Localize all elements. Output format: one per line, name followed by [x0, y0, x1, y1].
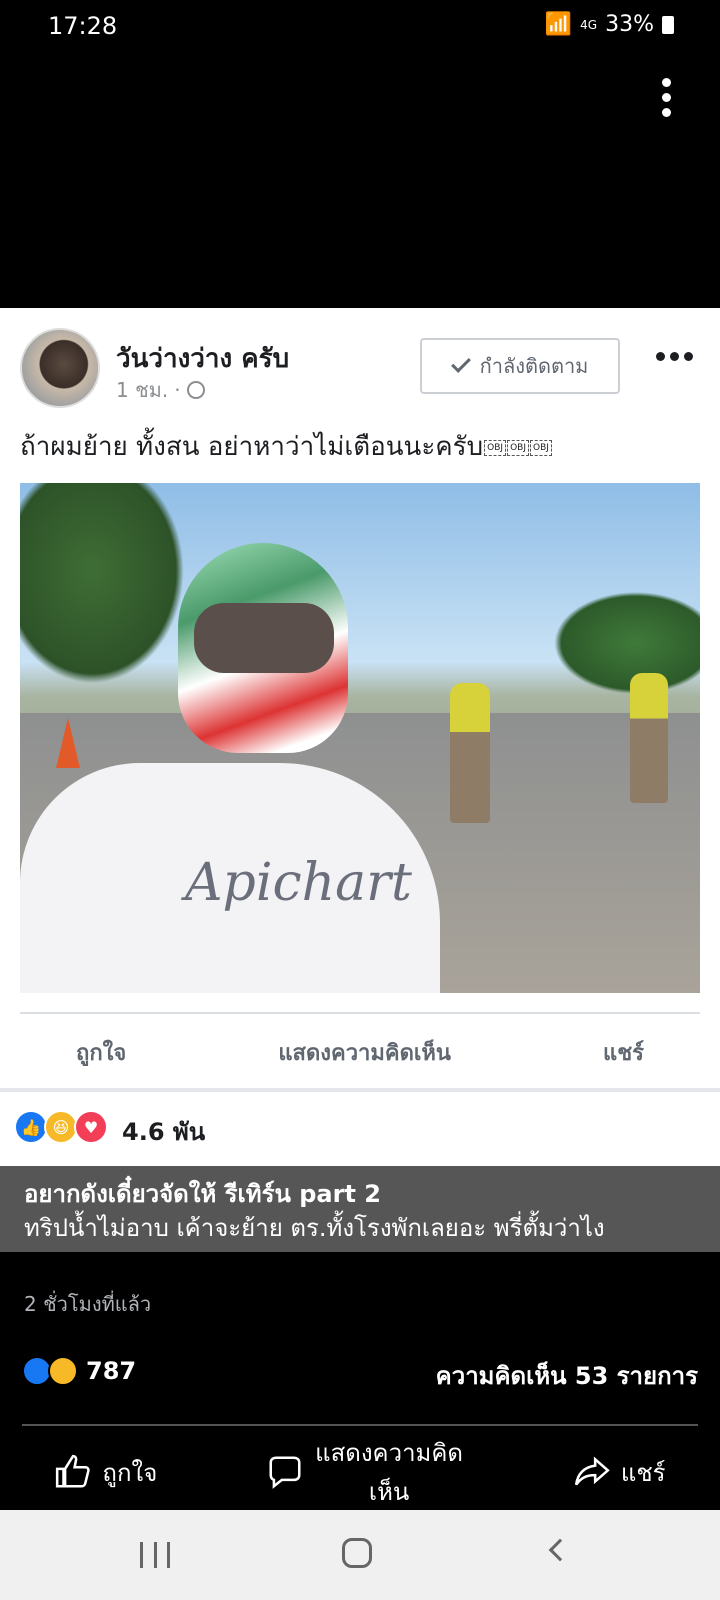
emoji-placeholder: OBJ	[484, 439, 507, 456]
tree	[20, 483, 200, 703]
love-reaction-icon: ♥	[74, 1110, 108, 1144]
thumbs-up-icon	[56, 1454, 91, 1488]
overlay-body: ทริปน้ำไม่อาบ เค้าจะย้าย ตร.ทั้งโรงพักเล…	[24, 1214, 605, 1242]
shirt-logo: Apichart	[185, 853, 412, 913]
more-options-icon[interactable]	[660, 78, 672, 118]
footer-comment-button[interactable]: แสดงความคิดเห็น	[266, 1433, 464, 1511]
footer-reactions[interactable]: 787	[22, 1356, 136, 1386]
reactions-row[interactable]: 👍 😆 ♥ 4.6 พัน	[0, 1088, 720, 1168]
footer-share-label: แชร์	[620, 1458, 666, 1487]
facebook-post-screenshot: วันว่างว่าง ครับ 1 ชม. · กำลังติดตาม ถ้า…	[0, 308, 720, 1166]
caption-overlay[interactable]: อยากดังเดี๋ยวจัดให้ รีเทิร์น part 2 ทริป…	[0, 1166, 720, 1252]
footer-reaction-count: 787	[86, 1357, 137, 1385]
footer-comment-label: แสดงความคิดเห็น	[315, 1439, 464, 1506]
haha-reaction-icon	[48, 1356, 78, 1386]
comment-count[interactable]: ความคิดเห็น 53 รายการ	[436, 1356, 698, 1395]
globe-icon	[186, 381, 205, 399]
tree	[540, 583, 700, 703]
status-time: 17:28	[48, 12, 118, 40]
status-bar: 17:28 📶 4G 33%	[0, 0, 720, 56]
footer-actions: ถูกใจ แสดงความคิดเห็น แชร์	[0, 1436, 720, 1508]
network-label: 4G	[580, 17, 598, 32]
haha-reaction-icon: 😆	[44, 1110, 78, 1144]
battery-icon	[662, 15, 674, 34]
post-caption: ถ้าผมย้าย ทั้งสน อย่าหาว่าไม่เตือนนะครับ…	[20, 426, 552, 467]
post-more-icon[interactable]	[656, 352, 696, 364]
post-time: 1 ชม.	[116, 378, 169, 402]
police-officer	[630, 673, 668, 803]
following-button[interactable]: กำลังติดตาม	[420, 338, 620, 394]
divider	[20, 1012, 700, 1014]
post-meta: 1 ชม. ·	[116, 374, 205, 406]
reaction-icons: 👍 😆 ♥	[14, 1110, 108, 1144]
comment-button[interactable]: แสดงความคิดเห็น	[278, 1035, 451, 1070]
following-label: กำลังติดตาม	[479, 354, 589, 378]
footer-like-label: ถูกใจ	[102, 1458, 158, 1487]
share-button[interactable]: แชร์	[603, 1035, 644, 1070]
avatar[interactable]	[20, 328, 100, 408]
comment-icon	[269, 1456, 301, 1489]
helmet-visor	[194, 603, 334, 673]
like-button[interactable]: ถูกใจ	[76, 1035, 126, 1070]
share-icon	[574, 1456, 610, 1486]
emoji-placeholder: OBJ	[507, 439, 529, 456]
traffic-cone	[56, 718, 80, 768]
time-ago: 2 ชั่วโมงที่แล้ว	[24, 1292, 152, 1316]
police-officer	[450, 683, 490, 823]
reaction-count: 4.6 พัน	[122, 1118, 206, 1146]
wifi-icon: 📶	[544, 12, 573, 37]
emoji-placeholder: OBJ	[530, 439, 552, 456]
post-photo[interactable]: Apichart	[20, 483, 700, 993]
check-icon	[450, 353, 471, 373]
footer-share-button[interactable]: แชร์	[573, 1453, 666, 1492]
android-nav-bar	[0, 1510, 720, 1600]
caption-text: ถ้าผมย้าย ทั้งสน อย่าหาว่าไม่เตือนนะครับ	[20, 432, 484, 462]
divider	[22, 1424, 698, 1426]
footer-like-button[interactable]: ถูกใจ	[54, 1453, 157, 1492]
battery-level: 33%	[605, 12, 654, 37]
recent-apps-icon[interactable]	[140, 1542, 170, 1568]
post-actions: ถูกใจ แสดงความคิดเห็น แชร์	[0, 1024, 720, 1080]
back-icon[interactable]	[548, 1538, 572, 1562]
like-reaction-icon: 👍	[14, 1110, 48, 1144]
status-icons: 📶 4G 33%	[545, 12, 674, 37]
home-icon[interactable]	[342, 1538, 372, 1568]
post-author[interactable]: วันว่างว่าง ครับ	[116, 338, 289, 379]
